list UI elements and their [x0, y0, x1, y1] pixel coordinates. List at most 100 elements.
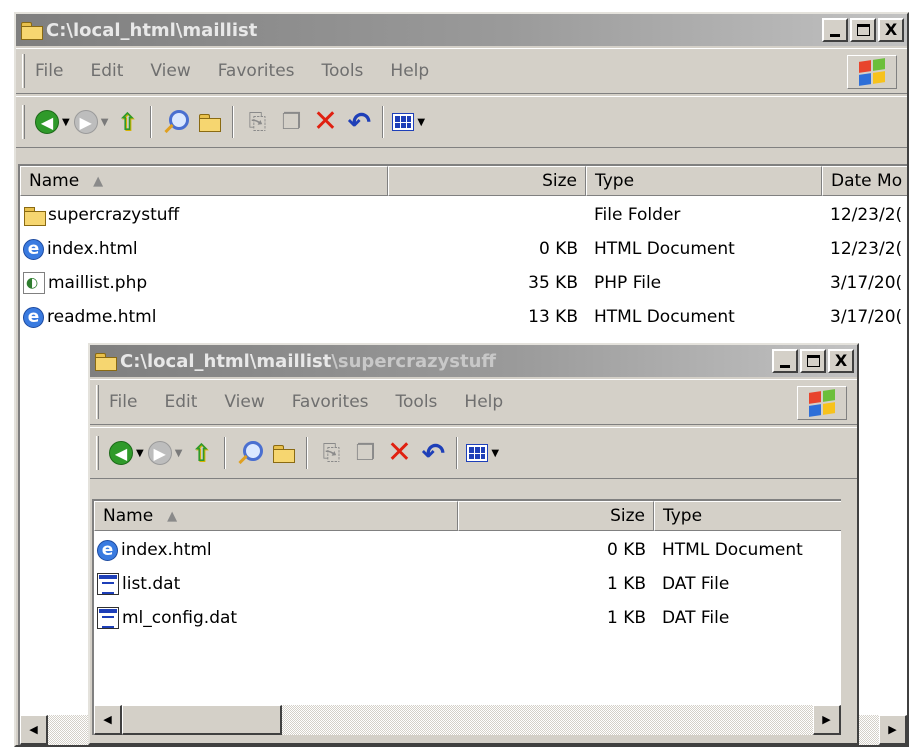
scroll-left-button[interactable]: ◀ — [20, 715, 48, 745]
toolbar-grip[interactable] — [96, 436, 99, 470]
delete-icon: ✕ — [386, 435, 412, 470]
undo-icon: ↶ — [347, 105, 372, 139]
move-to-icon: ⎘ — [248, 109, 267, 135]
menu-file[interactable]: File — [35, 61, 63, 81]
copy-to-button[interactable]: ❐ — [276, 104, 306, 140]
search-button[interactable] — [160, 104, 190, 140]
column-header-type[interactable]: Type — [586, 166, 822, 196]
standard-toolbar: ◀ ▼ ▶ ▼ ⇧ ⎘ ❐ ✕ ↶ ▼ — [90, 427, 857, 479]
back-button[interactable]: ◀ ▼ — [109, 435, 144, 471]
dat-file-icon — [97, 573, 119, 595]
forward-button[interactable]: ▶ ▼ — [73, 104, 109, 140]
column-header-name[interactable]: Name ▲ — [20, 166, 388, 196]
list-item[interactable]: e index.html 0 KB HTML Document 12/23/2( — [20, 232, 907, 266]
minimize-button[interactable] — [822, 18, 848, 42]
file-list[interactable]: Name ▲ Size Type e index.html 0 KB HTML Do… — [92, 499, 841, 735]
column-header-date-modified[interactable]: Date Mo — [822, 166, 907, 196]
column-header-size[interactable]: Size — [458, 501, 654, 531]
menu-edit[interactable]: Edit — [90, 61, 123, 81]
move-to-button[interactable]: ⎘ — [316, 435, 346, 471]
close-button[interactable]: X — [828, 349, 854, 373]
list-item[interactable]: ml_config.dat 1 KB DAT File — [94, 601, 841, 635]
copy-to-button[interactable]: ❐ — [350, 435, 380, 471]
delete-button[interactable]: ✕ — [384, 435, 414, 471]
menu-help[interactable]: Help — [464, 392, 503, 412]
up-folder-button[interactable]: ⇧ — [112, 104, 142, 140]
search-button[interactable] — [234, 435, 264, 471]
column-header-type[interactable]: Type — [654, 501, 841, 531]
delete-icon: ✕ — [312, 104, 338, 139]
delete-button[interactable]: ✕ — [310, 104, 340, 140]
title-bar[interactable]: C:\local_html\maillist X — [16, 14, 907, 46]
scroll-track[interactable] — [282, 705, 813, 735]
list-item[interactable]: maillist.php 35 KB PHP File 3/17/20( — [20, 266, 907, 300]
toolbar-grip[interactable] — [22, 105, 25, 139]
title-bar[interactable]: C:\local_html\maillist\supercrazystuff X — [90, 345, 857, 377]
ie-document-icon: e — [23, 306, 44, 328]
back-button[interactable]: ◀ ▼ — [35, 104, 70, 140]
undo-button[interactable]: ↶ — [344, 104, 374, 140]
windows-logo — [797, 386, 847, 420]
file-type: PHP File — [594, 273, 662, 293]
chevron-down-icon[interactable]: ▼ — [136, 448, 144, 459]
menu-favorites[interactable]: Favorites — [218, 61, 295, 81]
file-size: 35 KB — [528, 273, 578, 293]
horizontal-scrollbar[interactable]: ◀ ▶ — [94, 705, 841, 735]
chevron-down-icon[interactable]: ▼ — [62, 117, 70, 128]
toolbar-grip[interactable] — [96, 385, 99, 419]
folders-button[interactable] — [194, 104, 224, 140]
file-type: File Folder — [594, 205, 681, 225]
toolbar-separator — [150, 106, 153, 138]
window-title: C:\local_html\maillist — [46, 19, 258, 41]
explorer-window-supercrazystuff[interactable]: C:\local_html\maillist\supercrazystuff X… — [88, 343, 859, 745]
chevron-down-icon[interactable]: ▼ — [417, 117, 425, 128]
chevron-down-icon[interactable]: ▼ — [175, 448, 183, 459]
views-icon — [392, 113, 415, 131]
undo-icon: ↶ — [421, 436, 446, 470]
menu-help[interactable]: Help — [390, 61, 429, 81]
forward-button[interactable]: ▶ ▼ — [147, 435, 183, 471]
file-name: index.html — [47, 239, 138, 259]
list-item[interactable]: supercrazystuff File Folder 12/23/2( — [20, 198, 907, 232]
maximize-button[interactable] — [850, 18, 876, 42]
copy-to-icon: ❐ — [355, 440, 376, 466]
scroll-right-button[interactable]: ▶ — [879, 715, 907, 745]
views-button[interactable]: ▼ — [466, 435, 499, 471]
menu-tools[interactable]: Tools — [322, 61, 364, 81]
file-size: 13 KB — [528, 307, 578, 327]
column-name-label: Name — [29, 171, 80, 191]
chevron-down-icon[interactable]: ▼ — [491, 448, 499, 459]
menu-edit[interactable]: Edit — [164, 392, 197, 412]
toolbar-separator — [224, 437, 227, 469]
scroll-right-button[interactable]: ▶ — [813, 705, 841, 735]
menu-tools[interactable]: Tools — [396, 392, 438, 412]
back-icon: ◀ — [109, 441, 133, 465]
views-button[interactable]: ▼ — [392, 104, 425, 140]
folders-button[interactable] — [268, 435, 298, 471]
list-item[interactable]: list.dat 1 KB DAT File — [94, 567, 841, 601]
menu-view[interactable]: View — [224, 392, 264, 412]
list-item[interactable]: e readme.html 13 KB HTML Document 3/17/20… — [20, 300, 907, 334]
column-header-size[interactable]: Size — [388, 166, 586, 196]
list-item[interactable]: e index.html 0 KB HTML Document — [94, 533, 841, 567]
toolbar-separator — [382, 106, 385, 138]
file-type: HTML Document — [662, 540, 803, 560]
views-icon — [466, 444, 489, 462]
undo-button[interactable]: ↶ — [418, 435, 448, 471]
toolbar-separator — [306, 437, 309, 469]
close-button[interactable]: X — [878, 18, 904, 42]
column-header-name[interactable]: Name ▲ — [94, 501, 458, 531]
minimize-button[interactable] — [772, 349, 798, 373]
chevron-down-icon[interactable]: ▼ — [101, 117, 109, 128]
move-to-button[interactable]: ⎘ — [242, 104, 272, 140]
scroll-thumb[interactable] — [122, 705, 282, 735]
menu-favorites[interactable]: Favorites — [292, 392, 369, 412]
toolbar-grip[interactable] — [22, 54, 25, 88]
minimize-icon — [830, 33, 840, 37]
maximize-button[interactable] — [800, 349, 826, 373]
scroll-left-button[interactable]: ◀ — [94, 705, 122, 735]
scroll-right-icon: ▶ — [822, 713, 831, 726]
up-folder-button[interactable]: ⇧ — [186, 435, 216, 471]
menu-view[interactable]: View — [150, 61, 190, 81]
menu-file[interactable]: File — [109, 392, 137, 412]
